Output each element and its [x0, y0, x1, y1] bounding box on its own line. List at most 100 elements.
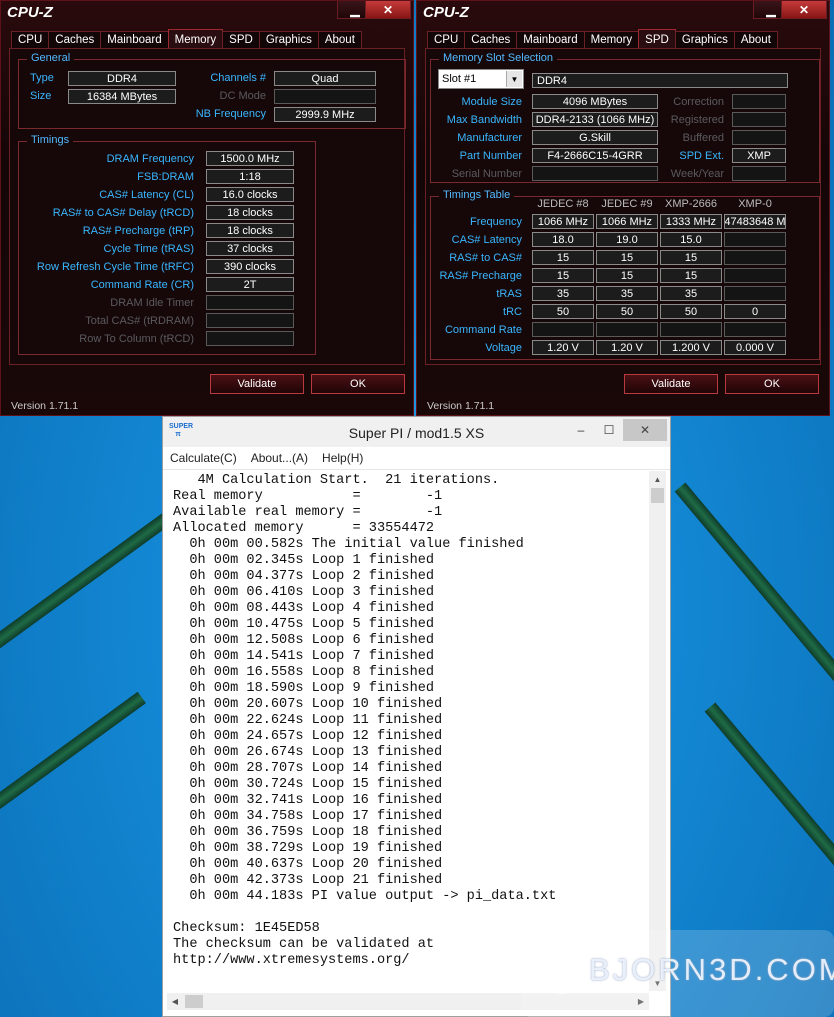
output-line: 0h 00m 30.724s Loop 15 finished — [173, 777, 443, 792]
spd-field-value — [732, 112, 786, 127]
output-line: Available real memory = -1 — [173, 505, 443, 520]
scroll-up-icon[interactable]: ▲ — [649, 471, 666, 487]
close-button[interactable]: ✕ — [781, 1, 827, 19]
scroll-left-icon[interactable]: ◀ — [167, 993, 183, 1010]
timing-label: Command Rate (CR) — [90, 279, 194, 291]
paw-logo-icon — [540, 950, 582, 994]
tab-graphics[interactable]: Graphics — [674, 31, 735, 48]
timing-row-label: tRC — [503, 306, 522, 318]
timing-cell — [724, 232, 786, 247]
validate-button[interactable]: Validate — [624, 374, 718, 394]
timing-label: Row Refresh Cycle Time (tRFC) — [36, 261, 194, 273]
tab-memory[interactable]: Memory — [583, 31, 640, 48]
spd-field-value — [732, 94, 786, 109]
output-line: 0h 00m 14.541s Loop 7 finished — [173, 649, 435, 664]
spd-field-label: SPD Ext. — [679, 150, 724, 162]
output-text[interactable]: 4M Calculation Start. 21 iterations. Real… — [173, 473, 649, 997]
slot-type-value: DDR4 — [532, 73, 788, 88]
output-line: 0h 00m 32.741s Loop 16 finished — [173, 793, 443, 808]
timing-cell — [724, 250, 786, 265]
close-button[interactable]: ✕ — [623, 419, 667, 441]
output-line: 0h 00m 10.475s Loop 5 finished — [173, 617, 435, 632]
slot-select[interactable]: Slot #1 ▼ — [438, 69, 524, 89]
tab-about[interactable]: About — [733, 31, 778, 48]
type-label: Type — [30, 72, 54, 84]
tab-spd[interactable]: SPD — [638, 29, 676, 49]
tab-mainboard[interactable]: Mainboard — [100, 31, 169, 48]
maximize-button[interactable]: ☐ — [595, 419, 623, 441]
output-line: 0h 00m 28.707s Loop 14 finished — [173, 761, 443, 776]
timing-cell: 15 — [596, 250, 658, 265]
tab-mainboard[interactable]: Mainboard — [516, 31, 585, 48]
output-line: 0h 00m 42.373s Loop 21 finished — [173, 873, 443, 888]
timing-cell: 1066 MHz — [532, 214, 594, 229]
timing-row-label: Command Rate — [444, 324, 522, 336]
output-line: 0h 00m 34.758s Loop 17 finished — [173, 809, 443, 824]
spd-field-value: XMP — [732, 148, 786, 163]
menu-help[interactable]: Help(H) — [315, 447, 370, 469]
output-line: 0h 00m 40.637s Loop 20 finished — [173, 857, 443, 872]
timing-cell: 1333 MHz — [660, 214, 722, 229]
timing-row-label: RAS# Precharge — [439, 270, 522, 282]
close-button[interactable]: ✕ — [365, 1, 411, 19]
menu-calculate[interactable]: Calculate(C) — [163, 447, 244, 469]
spd-field-value — [732, 130, 786, 145]
timing-cell: 50 — [596, 304, 658, 319]
tab-graphics[interactable]: Graphics — [258, 31, 319, 48]
scroll-thumb[interactable] — [651, 488, 664, 503]
minimize-button[interactable]: – — [567, 419, 595, 441]
tab-cpu[interactable]: CPU — [427, 31, 466, 48]
timing-value: 18 clocks — [206, 205, 294, 220]
ok-button[interactable]: OK — [311, 374, 405, 394]
cpuz-window-spd: CPU-Z ▁ ✕ CPU Caches Mainboard Memory SP… — [416, 0, 830, 416]
memory-panel: General Type DDR4 Size 16384 MBytes Chan… — [9, 48, 406, 365]
timing-cell: 15 — [660, 268, 722, 283]
ok-button[interactable]: OK — [725, 374, 819, 394]
timing-label: DRAM Frequency — [106, 153, 194, 165]
tab-memory[interactable]: Memory — [167, 29, 224, 49]
timing-cell: 1.20 V — [596, 340, 658, 355]
spd-panel: Memory Slot Selection Slot #1 ▼ DDR4 Mod… — [425, 48, 821, 365]
timing-cell: 1.20 V — [532, 340, 594, 355]
validate-button[interactable]: Validate — [210, 374, 304, 394]
timing-value — [206, 313, 294, 328]
column-header: JEDEC #9 — [601, 198, 653, 210]
chevron-down-icon: ▼ — [506, 71, 522, 87]
output-line: 0h 00m 44.183s PI value output -> pi_dat… — [173, 889, 557, 904]
spd-field-value — [732, 166, 786, 181]
timing-label: Cycle Time (tRAS) — [103, 243, 194, 255]
spd-field-label: Serial Number — [451, 168, 522, 180]
timing-value — [206, 295, 294, 310]
tab-about[interactable]: About — [317, 31, 362, 48]
tab-caches[interactable]: Caches — [464, 31, 518, 48]
timing-value: 1500.0 MHz — [206, 151, 294, 166]
timing-cell: 19.0 — [596, 232, 658, 247]
spd-field-label: Max Bandwidth — [446, 114, 522, 126]
menu-about[interactable]: About...(A) — [244, 447, 315, 469]
timing-cell: 18.0 — [532, 232, 594, 247]
dcmode-value — [274, 89, 376, 104]
timing-value: 18 clocks — [206, 223, 294, 238]
output-line: 0h 00m 36.759s Loop 18 finished — [173, 825, 443, 840]
vertical-scrollbar[interactable]: ▲ ▼ — [649, 471, 666, 991]
output-line: 0h 00m 12.508s Loop 6 finished — [173, 633, 435, 648]
spd-field-value: DDR4-2133 (1066 MHz) — [532, 112, 658, 127]
timing-cell: 15 — [532, 268, 594, 283]
tab-caches[interactable]: Caches — [48, 31, 102, 48]
timing-label: RAS# to CAS# Delay (tRCD) — [52, 207, 194, 219]
channels-label: Channels # — [210, 72, 266, 84]
slot-select-value: Slot #1 — [442, 73, 477, 85]
tab-spd[interactable]: SPD — [222, 31, 260, 48]
timing-cell: 15 — [596, 268, 658, 283]
timing-label: RAS# Precharge (tRP) — [82, 225, 194, 237]
tab-cpu[interactable]: CPU — [11, 31, 50, 48]
watermark: BJORN3D.COM — [521, 930, 834, 1017]
timing-cell: 50 — [660, 304, 722, 319]
timing-cell: 0.000 V — [724, 340, 786, 355]
timing-cell: 47483648 M — [724, 214, 786, 229]
timing-value: 390 clocks — [206, 259, 294, 274]
dcmode-label: DC Mode — [219, 90, 266, 102]
size-label: Size — [30, 90, 52, 102]
scroll-thumb[interactable] — [185, 995, 203, 1008]
output-line: 0h 00m 00.582s The initial value finishe… — [173, 537, 524, 552]
